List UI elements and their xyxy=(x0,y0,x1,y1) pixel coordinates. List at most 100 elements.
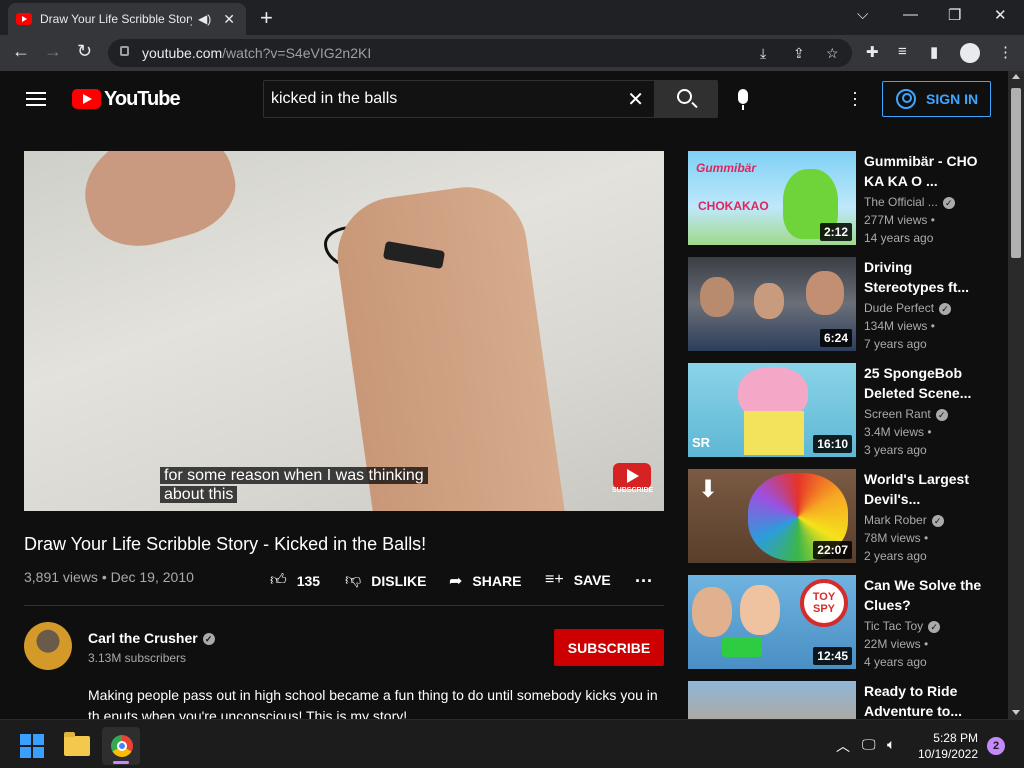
volume-icon[interactable]: 🔈︎ xyxy=(887,736,895,753)
minimize-button[interactable]: — xyxy=(903,6,918,23)
thumbnail-face xyxy=(700,277,734,317)
recommended-video[interactable]: SR 16:10 25 SpongeBob Deleted Scene... S… xyxy=(688,363,1003,457)
close-window-button[interactable]: ✕ xyxy=(994,6,1007,24)
down-arrow-icon: ⬇ xyxy=(698,476,719,503)
restore-button[interactable]: ❐ xyxy=(948,6,961,24)
scroll-up-arrow-icon[interactable] xyxy=(1012,74,1020,79)
video-duration: 2:12 xyxy=(819,223,852,241)
close-tab-icon[interactable]: ✕ xyxy=(223,11,235,28)
video-thumbnail[interactable] xyxy=(688,681,856,719)
tab-title: Draw Your Life Scribble Story xyxy=(40,12,192,26)
recommended-video[interactable]: Gummibär CHOKAKAO 2:12 Gummibär - CHO KA… xyxy=(688,151,1003,245)
back-arrow-icon[interactable]: ← xyxy=(12,41,30,62)
channel-name[interactable]: Carl the Crusher ✓ xyxy=(88,630,215,646)
video-frame-hand xyxy=(72,151,246,259)
lock-icon[interactable] xyxy=(120,46,129,56)
chrome-icon xyxy=(111,735,133,757)
toy-spy-logo: TOY SPY xyxy=(800,579,848,627)
recommended-age: 7 years ago xyxy=(864,337,927,351)
recommended-channel: Mark Rober ✓ xyxy=(864,513,944,527)
channel-avatar[interactable] xyxy=(24,622,72,670)
thumbnail-face xyxy=(692,587,732,637)
windows-taskbar: ︿ 🖵︎ 🔈︎ 5:28 PM 10/19/2022 2 xyxy=(0,719,1024,768)
recommended-video[interactable]: 6:24 Driving Stereotypes ft... Dude Perf… xyxy=(688,257,1003,351)
search-button[interactable] xyxy=(655,80,718,118)
profile-avatar-icon[interactable] xyxy=(960,43,980,63)
share-page-icon[interactable]: ⇪ xyxy=(793,45,805,62)
video-thumbnail[interactable]: ⬇ 22:07 xyxy=(688,469,856,563)
browser-tab[interactable]: Draw Your Life Scribble Story ◀) ✕ xyxy=(8,3,246,35)
clear-search-icon[interactable]: ✕ xyxy=(627,87,644,112)
extensions-puzzle-icon[interactable]: ✚ xyxy=(866,43,879,61)
save-button[interactable]: ≡+ SAVE xyxy=(545,571,611,589)
new-tab-button[interactable]: + xyxy=(260,5,273,31)
forward-arrow-icon[interactable]: → xyxy=(44,41,62,62)
voice-search-mic-icon[interactable] xyxy=(738,89,748,110)
closed-caption: for some reason when I was thinking abou… xyxy=(160,466,428,504)
chrome-taskbar-button[interactable] xyxy=(102,727,140,765)
reload-icon[interactable]: ↻ xyxy=(77,41,92,62)
video-player[interactable]: for some reason when I was thinking abou… xyxy=(24,151,664,511)
subscribe-button[interactable]: SUBSCRIBE xyxy=(554,629,664,666)
file-explorer-icon[interactable] xyxy=(64,732,90,756)
share-arrow-icon: ➦ xyxy=(449,573,463,590)
notification-badge[interactable]: 2 xyxy=(987,737,1005,755)
tab-search-chevron-icon[interactable]: ⌵ xyxy=(857,6,868,23)
recommended-title: Can We Solve the Clues? xyxy=(864,577,982,613)
system-clock[interactable]: 5:28 PM 10/19/2022 xyxy=(916,730,978,762)
dislike-label: DISLIKE xyxy=(371,572,427,589)
windows-start-icon[interactable] xyxy=(20,734,44,758)
scrollbar-thumb[interactable] xyxy=(1011,88,1021,258)
verified-check-icon: ✓ xyxy=(939,302,952,315)
install-app-icon[interactable]: ⤓ xyxy=(760,45,766,62)
scroll-down-arrow-icon[interactable] xyxy=(1012,710,1020,715)
menu-hamburger-icon[interactable] xyxy=(26,92,46,106)
video-thumbnail[interactable]: TOY SPY 12:45 xyxy=(688,575,856,669)
thumbs-down-icon: 👎︎ xyxy=(345,572,362,589)
video-thumbnail[interactable]: 6:24 xyxy=(688,257,856,351)
browser-toolbar: ← → ↻ youtube.com/watch?v=S4eVIG2n2KI ⤓ … xyxy=(0,35,1024,71)
share-button[interactable]: ➦ SHARE xyxy=(449,571,521,591)
more-actions-icon[interactable]: ··· xyxy=(635,571,653,592)
chrome-menu-icon[interactable]: ⋮ xyxy=(998,43,1013,61)
thumbnail-figure xyxy=(744,411,804,455)
youtube-logo-text[interactable]: YouTube xyxy=(104,88,181,111)
recommended-age: 2 years ago xyxy=(864,549,927,563)
video-duration: 6:24 xyxy=(819,329,852,347)
like-button[interactable]: 👍︎ 135 xyxy=(270,571,320,590)
dislike-button[interactable]: 👎︎ DISLIKE xyxy=(345,571,426,590)
recommended-video[interactable]: Ready to Ride Adventure to... xyxy=(688,681,1003,719)
thumbnail-toy xyxy=(722,637,762,657)
search-input[interactable]: kicked in the balls ✕ xyxy=(263,80,655,118)
video-thumbnail[interactable]: SR 16:10 xyxy=(688,363,856,457)
thumbnail-face xyxy=(754,283,784,319)
recommended-video[interactable]: TOY SPY 12:45 Can We Solve the Clues? Ti… xyxy=(688,575,1003,669)
recommended-title: World's Largest Devil's... xyxy=(864,471,969,507)
side-panel-icon[interactable]: ▮ xyxy=(930,43,938,61)
settings-more-icon[interactable]: · · · xyxy=(852,83,858,113)
screen-rant-logo: SR xyxy=(692,435,711,450)
bookmark-star-icon[interactable]: ☆ xyxy=(826,45,839,62)
sign-in-button[interactable]: SIGN IN xyxy=(882,81,991,117)
verified-check-icon: ✓ xyxy=(935,408,948,421)
thumbnail-face xyxy=(806,271,844,315)
thumbs-up-icon: 👍︎ xyxy=(270,572,287,589)
address-bar[interactable]: youtube.com/watch?v=S4eVIG2n2KI ⤓ ⇪ ☆ xyxy=(108,39,852,67)
recommended-age: 3 years ago xyxy=(864,443,927,457)
network-icon[interactable]: 🖵︎ xyxy=(862,736,876,753)
recommended-views: 78M views • xyxy=(864,531,929,545)
video-thumbnail[interactable]: Gummibär CHOKAKAO 2:12 xyxy=(688,151,856,245)
media-queue-icon[interactable]: ≡ xyxy=(898,43,907,60)
recommended-channel: Dude Perfect ✓ xyxy=(864,301,952,315)
subscribe-watermark-icon[interactable] xyxy=(613,463,651,489)
verified-check-icon: ✓ xyxy=(928,620,941,633)
show-hidden-icons-chevron-icon[interactable]: ︿ xyxy=(836,736,850,756)
youtube-logo-icon[interactable] xyxy=(72,89,101,109)
recommended-video[interactable]: ⬇ 22:07 World's Largest Devil's... Mark … xyxy=(688,469,1003,563)
like-count: 135 xyxy=(296,572,321,589)
watermark-label: SUBSCRIBE xyxy=(612,487,654,494)
speaker-icon[interactable]: ◀) xyxy=(198,12,211,26)
recommended-title: Gummibär - CHO KA KA O ... xyxy=(864,153,978,189)
recommended-title: 25 SpongeBob Deleted Scene... xyxy=(864,365,972,401)
recommended-channel: Screen Rant ✓ xyxy=(864,407,948,421)
